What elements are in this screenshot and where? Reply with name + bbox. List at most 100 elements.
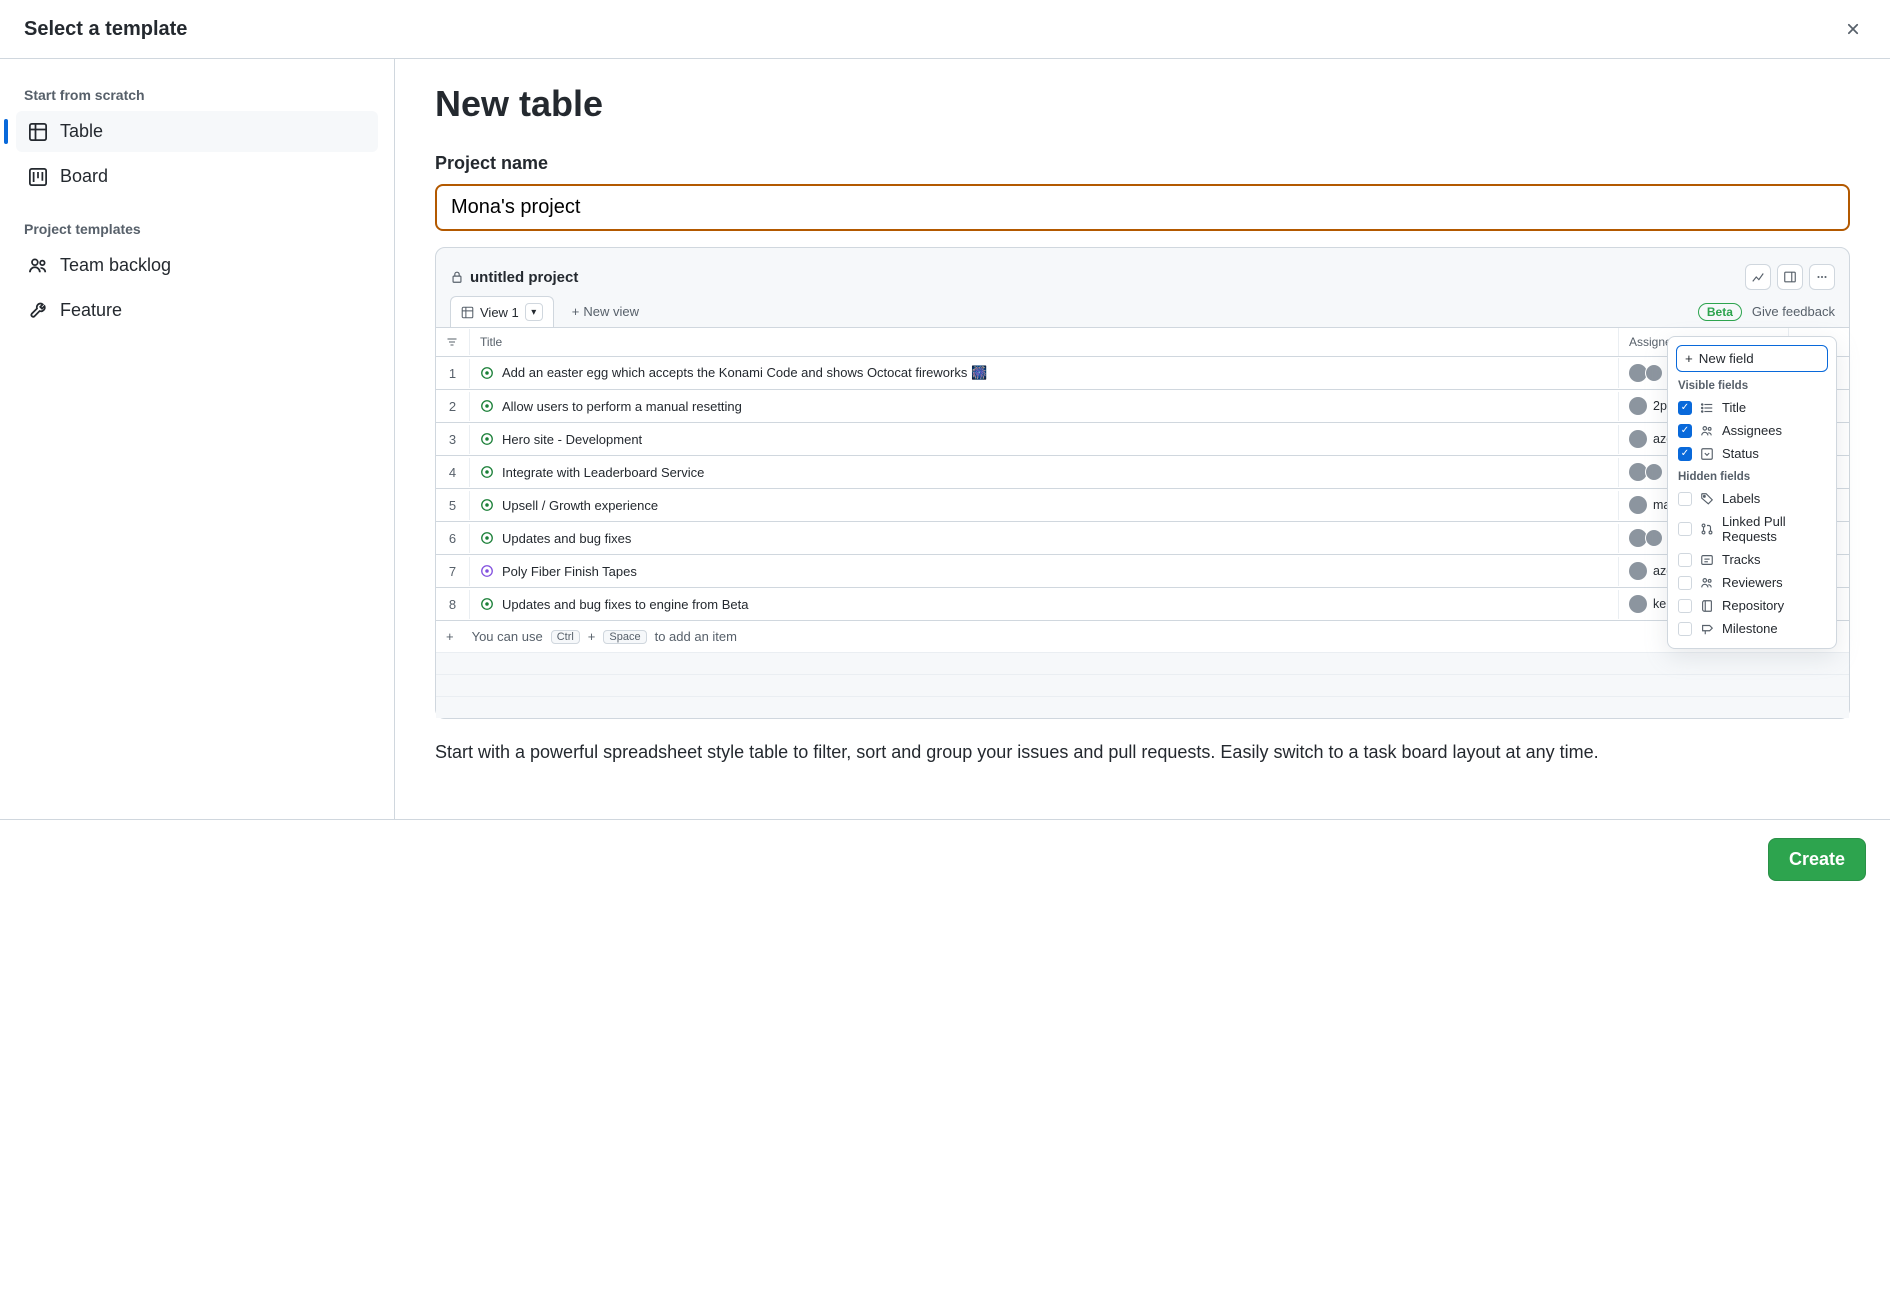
visible-fields-label: Visible fields [1678, 380, 1826, 392]
tag-icon [1700, 492, 1714, 506]
checkbox-icon[interactable] [1678, 492, 1692, 506]
plus-icon: + [446, 629, 454, 644]
checkbox-icon[interactable] [1678, 599, 1692, 613]
issue-open-icon [480, 531, 494, 545]
table-row[interactable]: 2Allow users to perform a manual resetti… [436, 390, 1849, 423]
col-title[interactable]: Title [470, 328, 1619, 356]
filter-icon[interactable] [436, 329, 470, 355]
kebab-icon[interactable] [1809, 264, 1835, 290]
checkbox-icon[interactable] [1678, 522, 1692, 536]
preview-project-title: untitled project [470, 269, 578, 286]
plus-icon: + [1685, 351, 1693, 366]
checkbox-icon[interactable] [1678, 622, 1692, 636]
field-title[interactable]: ✓ Title [1676, 396, 1828, 419]
row-number: 2 [436, 392, 470, 421]
sidebar-item-team-backlog[interactable]: Team backlog [16, 245, 378, 286]
field-label: Reviewers [1722, 575, 1783, 590]
kbd-ctrl: Ctrl [551, 630, 580, 644]
table-row[interactable]: 3Hero site - DevelopmentazenMatt [436, 423, 1849, 456]
template-preview: untitled project View 1 ▾ + [435, 247, 1850, 719]
table-row[interactable]: 6Updates and bug fixesazenMatt and j0s [436, 522, 1849, 555]
project-name-input[interactable] [435, 184, 1850, 231]
title-cell[interactable]: Updates and bug fixes to engine from Bet… [470, 590, 1619, 619]
checkbox-icon[interactable]: ✓ [1678, 447, 1692, 461]
panel-icon[interactable] [1777, 264, 1803, 290]
field-label: Repository [1722, 598, 1784, 613]
title-cell[interactable]: Add an easter egg which accepts the Kona… [470, 358, 1619, 388]
field-tracks[interactable]: Tracks [1676, 548, 1828, 571]
avatar [1645, 529, 1663, 547]
row-number: 7 [436, 557, 470, 586]
title-cell[interactable]: Updates and bug fixes [470, 524, 1619, 553]
table-row[interactable]: 7Poly Fiber Finish TapesazenMatt [436, 555, 1849, 588]
tab-label: View 1 [480, 305, 519, 320]
field-label: Linked Pull Requests [1722, 514, 1826, 544]
new-field-button[interactable]: + New field [1676, 345, 1828, 372]
row-number: 6 [436, 524, 470, 553]
sidebar-item-label: Table [60, 121, 103, 142]
title-cell[interactable]: Upsell / Growth experience [470, 491, 1619, 520]
field-assignees[interactable]: ✓ Assignees [1676, 419, 1828, 442]
title-cell[interactable]: Poly Fiber Finish Tapes [470, 557, 1619, 586]
issue-open-icon [480, 366, 494, 380]
people-icon [1700, 576, 1714, 590]
row-number: 4 [436, 458, 470, 487]
sidebar-item-label: Feature [60, 300, 122, 321]
title-cell[interactable]: Hero site - Development [470, 425, 1619, 454]
tab-view-1[interactable]: View 1 ▾ [450, 296, 554, 327]
new-field-label: New field [1699, 351, 1754, 366]
table-row[interactable]: 4Integrate with Leaderboard Servicedusav… [436, 456, 1849, 489]
sidebar-section-templates: Project templates [16, 221, 378, 237]
field-label: Milestone [1722, 621, 1778, 636]
field-label: Assignees [1722, 423, 1782, 438]
field-reviewers[interactable]: Reviewers [1676, 571, 1828, 594]
add-item-row[interactable]: + You can use Ctrl + Space to add an ite… [436, 621, 1849, 652]
row-number: 1 [436, 359, 470, 388]
add-item-prefix: You can use [472, 629, 543, 644]
add-item-suffix: to add an item [655, 629, 737, 644]
field-repository[interactable]: Repository [1676, 594, 1828, 617]
issue-open-icon [480, 465, 494, 479]
sidebar-item-feature[interactable]: Feature [16, 290, 378, 331]
field-label: Status [1722, 446, 1759, 461]
title-cell[interactable]: Allow users to perform a manual resettin… [470, 392, 1619, 421]
avatar [1645, 463, 1663, 481]
checkbox-icon[interactable]: ✓ [1678, 424, 1692, 438]
field-labels[interactable]: Labels [1676, 487, 1828, 510]
dialog-title: Select a template [24, 18, 187, 41]
issue-open-icon [480, 597, 494, 611]
pull-request-icon [1700, 522, 1714, 536]
hidden-fields-label: Hidden fields [1678, 471, 1826, 483]
sidebar-item-board[interactable]: Board [16, 156, 378, 197]
field-milestone[interactable]: Milestone [1676, 617, 1828, 640]
list-icon [1700, 401, 1714, 415]
checkbox-icon[interactable] [1678, 553, 1692, 567]
lock-icon [450, 270, 464, 284]
table-row[interactable]: 1Add an easter egg which accepts the Kon… [436, 357, 1849, 390]
issue-open-icon [480, 399, 494, 413]
avatar [1645, 364, 1663, 382]
close-icon[interactable] [1840, 16, 1866, 42]
kbd-plus: + [588, 629, 596, 644]
new-view-button[interactable]: + New view [564, 298, 647, 325]
give-feedback-link[interactable]: Give feedback [1752, 304, 1835, 319]
single-select-icon [1700, 447, 1714, 461]
sidebar-item-table[interactable]: Table [16, 111, 378, 152]
tools-icon [28, 301, 48, 321]
plus-icon: + [572, 304, 580, 319]
checkbox-icon[interactable] [1678, 576, 1692, 590]
field-status[interactable]: ✓ Status [1676, 442, 1828, 465]
table-row[interactable]: 5Upsell / Growth experiencemariorod [436, 489, 1849, 522]
avatar [1629, 430, 1647, 448]
fields-popover: + New field Visible fields ✓ Title ✓ Ass… [1667, 336, 1837, 649]
table-row[interactable]: 8Updates and bug fixes to engine from Be… [436, 588, 1849, 621]
beta-badge: Beta [1698, 303, 1742, 321]
field-linked-prs[interactable]: Linked Pull Requests [1676, 510, 1828, 548]
milestone-icon [1700, 622, 1714, 636]
checkbox-icon[interactable]: ✓ [1678, 401, 1692, 415]
people-icon [1700, 424, 1714, 438]
title-cell[interactable]: Integrate with Leaderboard Service [470, 458, 1619, 487]
chevron-down-icon[interactable]: ▾ [525, 303, 543, 321]
insights-icon[interactable] [1745, 264, 1771, 290]
create-button[interactable]: Create [1768, 838, 1866, 881]
